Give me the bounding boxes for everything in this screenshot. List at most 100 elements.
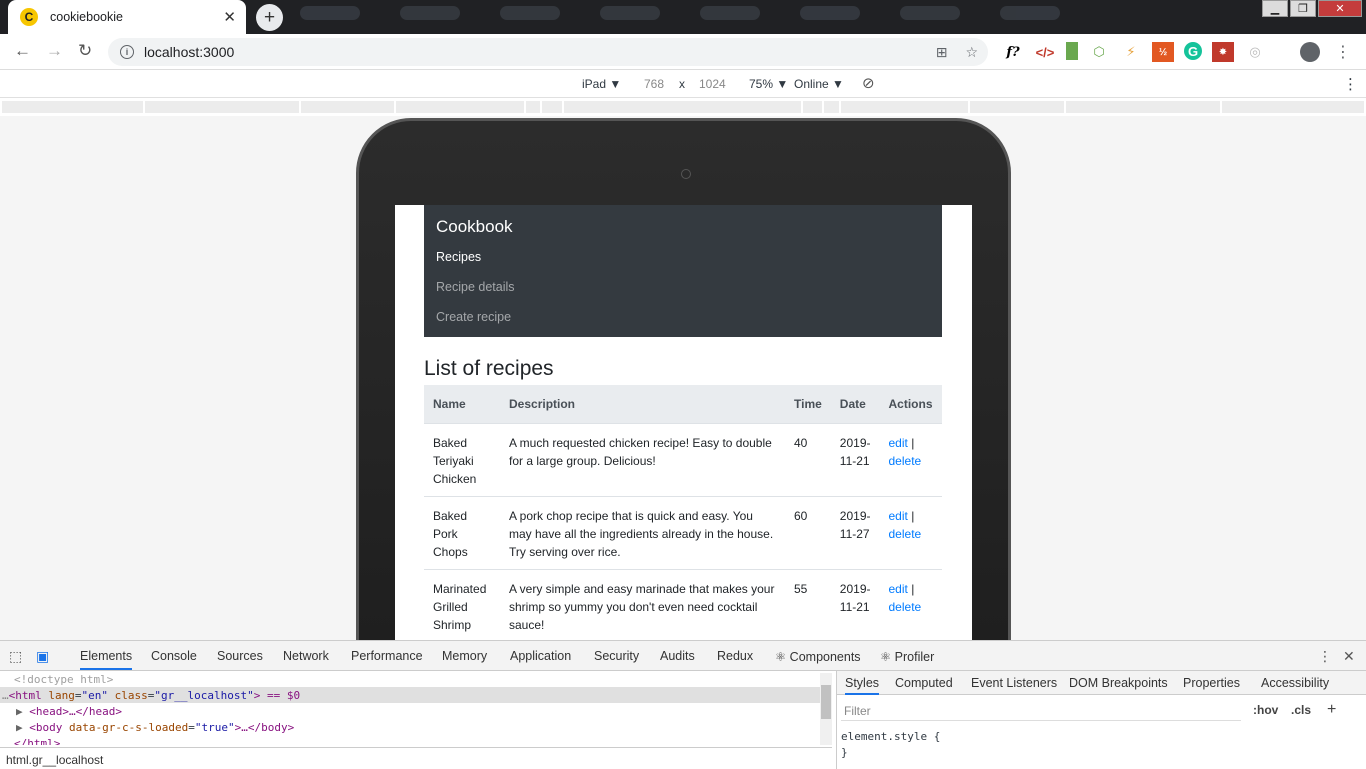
restore-icon[interactable]: ❐	[1290, 0, 1316, 17]
device-height-input[interactable]: 1024	[699, 77, 726, 91]
styles-filter-input[interactable]: Filter	[841, 701, 1241, 721]
recipe-name: Baked Pork Chops	[424, 496, 500, 570]
favicon-icon: C	[20, 8, 38, 26]
translate-icon[interactable]: ⊞	[936, 44, 948, 61]
tab-console[interactable]: Console	[151, 649, 197, 663]
app-brand[interactable]: Cookbook	[436, 217, 513, 237]
column-header-actions: Actions	[879, 385, 942, 424]
account-avatar-icon[interactable]	[1300, 42, 1320, 62]
recipe-time: 40	[785, 423, 831, 497]
url-text: localhost:3000	[144, 44, 235, 60]
tab-redux[interactable]: Redux	[717, 649, 753, 663]
tab-accessibility[interactable]: Accessibility	[1261, 676, 1329, 690]
rotate-icon[interactable]: ⊘	[862, 74, 875, 92]
reload-icon[interactable]: ↻	[78, 41, 92, 61]
rule-close: }	[841, 746, 848, 759]
html-close-line[interactable]: </html>	[14, 737, 60, 745]
forward-arrow-icon[interactable]: →	[46, 41, 63, 61]
nav-link-recipe-details[interactable]: Recipe details	[436, 280, 515, 294]
url-field[interactable]: i localhost:3000 ⊞ ☆	[108, 38, 988, 66]
elements-dom-tree: <!doctype html> …<html lang="en" class="…	[0, 671, 832, 753]
bookmark-star-icon[interactable]: ☆	[965, 44, 978, 61]
recipe-name: Baked Teriyaki Chicken	[424, 423, 500, 497]
sidebar-tab-bar: Styles Computed Event Listeners DOM Brea…	[837, 671, 1366, 695]
grammarly-icon[interactable]: G	[1184, 42, 1202, 60]
tab-event-listeners[interactable]: Event Listeners	[971, 676, 1057, 690]
function-extension-icon[interactable]: f?	[1002, 42, 1024, 62]
tab-application[interactable]: Application	[510, 649, 571, 663]
column-header-name: Name	[424, 385, 500, 424]
body-node-line[interactable]: ▶ <body data-gr-c-s-loaded="true">…</bod…	[16, 721, 294, 734]
device-toolbar-menu-icon[interactable]: ⋮	[1343, 75, 1358, 93]
back-arrow-icon[interactable]: ←	[14, 41, 31, 61]
breadcrumb[interactable]: html.gr__localhost	[0, 747, 832, 769]
tab-memory[interactable]: Memory	[442, 649, 487, 663]
head-node-line[interactable]: ▶ <head>…</head>	[16, 705, 122, 718]
edit-link[interactable]: edit	[889, 582, 908, 596]
red-extension-icon[interactable]: ✸	[1212, 42, 1234, 62]
zoom-select[interactable]: 75% ▼	[749, 77, 788, 91]
node-extension-icon[interactable]: ⬡	[1088, 42, 1110, 62]
browser-tab-strip: C cookiebookie ✕ + ▁ ❐ ✕	[0, 0, 1366, 34]
inspect-element-icon[interactable]: ⬚	[9, 648, 22, 665]
nav-link-recipes[interactable]: Recipes	[436, 250, 481, 264]
window-close-icon[interactable]: ✕	[1318, 0, 1362, 17]
page-title: List of recipes	[424, 357, 554, 380]
redux-extension-icon[interactable]: ½	[1152, 42, 1174, 62]
tab-dom-breakpoints[interactable]: DOM Breakpoints	[1069, 676, 1168, 690]
media-query-bar[interactable]	[0, 98, 1366, 116]
minimize-icon[interactable]: ▁	[1262, 0, 1288, 17]
device-toggle-icon[interactable]: ▣	[36, 648, 49, 665]
tab-sources[interactable]: Sources	[217, 649, 263, 663]
edit-link[interactable]: edit	[889, 509, 908, 523]
device-width-input[interactable]: 768	[644, 77, 664, 91]
devtools-panel: ⬚ ▣ Elements Console Sources Network Per…	[0, 640, 1366, 769]
table-row: Baked Teriyaki Chicken A much requested …	[424, 423, 942, 497]
tab-profiler[interactable]: ⚛ Profiler	[880, 649, 934, 664]
table-row: Marinated Grilled Shrimp A very simple a…	[424, 569, 942, 640]
action-separator: |	[907, 508, 915, 523]
delete-link[interactable]: delete	[889, 527, 922, 541]
table-header-row: Name Description Time Date Actions	[424, 385, 942, 424]
tab-components[interactable]: ⚛ Components	[775, 649, 861, 664]
edit-link[interactable]: edit	[889, 436, 908, 450]
recipe-description: A pork chop recipe that is quick and eas…	[500, 496, 785, 570]
tab-styles[interactable]: Styles	[845, 676, 880, 695]
tab-performance[interactable]: Performance	[351, 649, 423, 663]
react-devtools-icon[interactable]: ⚡	[1120, 42, 1142, 62]
styles-sidebar: Styles Computed Event Listeners DOM Brea…	[836, 671, 1366, 769]
device-select[interactable]: iPad ▼	[582, 77, 621, 91]
doctype-line[interactable]: <!doctype html>	[14, 673, 113, 686]
recipes-table: Name Description Time Date Actions Baked…	[424, 385, 942, 640]
browser-menu-icon[interactable]: ⋮	[1335, 42, 1351, 62]
rule-selector[interactable]: element.style {	[841, 729, 940, 745]
tab-security[interactable]: Security	[594, 649, 639, 663]
network-throttle-select[interactable]: Online ▼	[794, 77, 844, 91]
nav-link-create-recipe[interactable]: Create recipe	[436, 310, 511, 324]
tab-elements[interactable]: Elements	[80, 649, 133, 670]
code-extension-icon[interactable]: </>	[1034, 42, 1056, 62]
html-node-line[interactable]: …<html lang="en" class="gr__localhost"> …	[2, 689, 300, 702]
class-toggle[interactable]: .cls	[1291, 703, 1311, 717]
devtools-menu-icon[interactable]: ⋮	[1318, 648, 1332, 665]
delete-link[interactable]: delete	[889, 454, 922, 468]
hover-state-toggle[interactable]: :hov	[1253, 703, 1278, 717]
tab-computed[interactable]: Computed	[895, 676, 953, 690]
recipe-time: 60	[785, 496, 831, 570]
recipe-actions: edit | delete	[879, 496, 942, 570]
new-style-rule-icon[interactable]: +	[1327, 701, 1336, 719]
tab-audits[interactable]: Audits	[660, 649, 695, 663]
address-bar-row: ← → ↻ i localhost:3000 ⊞ ☆ f? </> ⬡ ⚡ ½ …	[0, 34, 1366, 70]
devtools-close-icon[interactable]: ✕	[1343, 648, 1355, 665]
gray-extension-icon[interactable]: ◎	[1244, 42, 1266, 62]
delete-link[interactable]: delete	[889, 600, 922, 614]
tab-close-icon[interactable]: ✕	[223, 8, 236, 26]
tab-properties[interactable]: Properties	[1183, 676, 1240, 690]
green-extension-icon[interactable]	[1066, 42, 1078, 60]
elements-scrollbar[interactable]	[820, 673, 832, 745]
site-info-icon[interactable]: i	[120, 45, 134, 59]
browser-tab-active[interactable]: C cookiebookie ✕	[8, 0, 246, 34]
ipad-frame: Cookbook Recipes Recipe details Create r…	[356, 118, 1011, 640]
new-tab-button[interactable]: +	[256, 4, 283, 31]
tab-network[interactable]: Network	[283, 649, 329, 663]
